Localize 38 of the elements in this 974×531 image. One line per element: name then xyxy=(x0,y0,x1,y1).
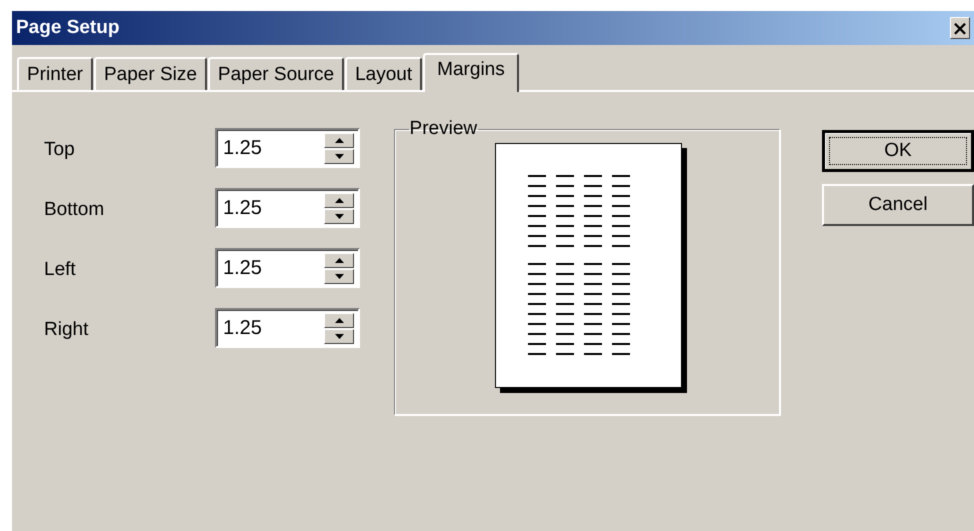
margin-label: Top xyxy=(44,138,76,161)
spin-up-button[interactable] xyxy=(324,312,354,328)
close-button[interactable]: × xyxy=(950,17,970,39)
dialog-button[interactable]: OK xyxy=(822,130,974,172)
tab[interactable]: Margins xyxy=(423,53,519,92)
margin-spin-field[interactable]: 1.25 xyxy=(215,248,360,288)
spin-up-button[interactable] xyxy=(324,252,354,268)
tab[interactable]: Paper Source xyxy=(208,57,344,90)
window-title: Page Setup xyxy=(16,17,120,39)
up-arrow-icon xyxy=(334,318,344,322)
up-arrow-icon xyxy=(334,258,344,262)
down-arrow-icon xyxy=(334,214,344,218)
down-arrow-icon xyxy=(334,274,344,278)
spin-up-button[interactable] xyxy=(324,132,354,148)
spin-down-button[interactable] xyxy=(324,268,354,284)
down-arrow-icon xyxy=(334,154,344,158)
tab[interactable]: Paper Size xyxy=(94,57,207,90)
spin-up-button[interactable] xyxy=(324,192,354,208)
margin-label: Bottom xyxy=(44,198,106,221)
down-arrow-icon xyxy=(334,334,344,338)
dialog-button[interactable]: Cancel xyxy=(822,184,974,226)
spin-down-button[interactable] xyxy=(324,148,354,164)
margin-label: Left xyxy=(44,258,77,281)
up-arrow-icon xyxy=(334,138,344,142)
margin-value: 1.25 xyxy=(222,256,262,280)
margin-value: 1.25 xyxy=(222,136,262,160)
margin-label: Right xyxy=(44,318,90,341)
up-arrow-icon xyxy=(334,198,344,202)
margin-value: 1.25 xyxy=(222,316,262,340)
margin-spin-field[interactable]: 1.25 xyxy=(215,308,360,348)
tab[interactable]: Layout xyxy=(345,57,422,90)
spin-down-button[interactable] xyxy=(324,208,354,224)
spin-down-button[interactable] xyxy=(324,328,354,344)
margin-spin-field[interactable]: 1.25 xyxy=(215,128,360,168)
tab[interactable]: Printer xyxy=(17,57,93,90)
margin-value: 1.25 xyxy=(222,196,262,220)
group-title: Preview xyxy=(408,118,478,140)
margin-spin-field[interactable]: 1.25 xyxy=(215,188,360,228)
